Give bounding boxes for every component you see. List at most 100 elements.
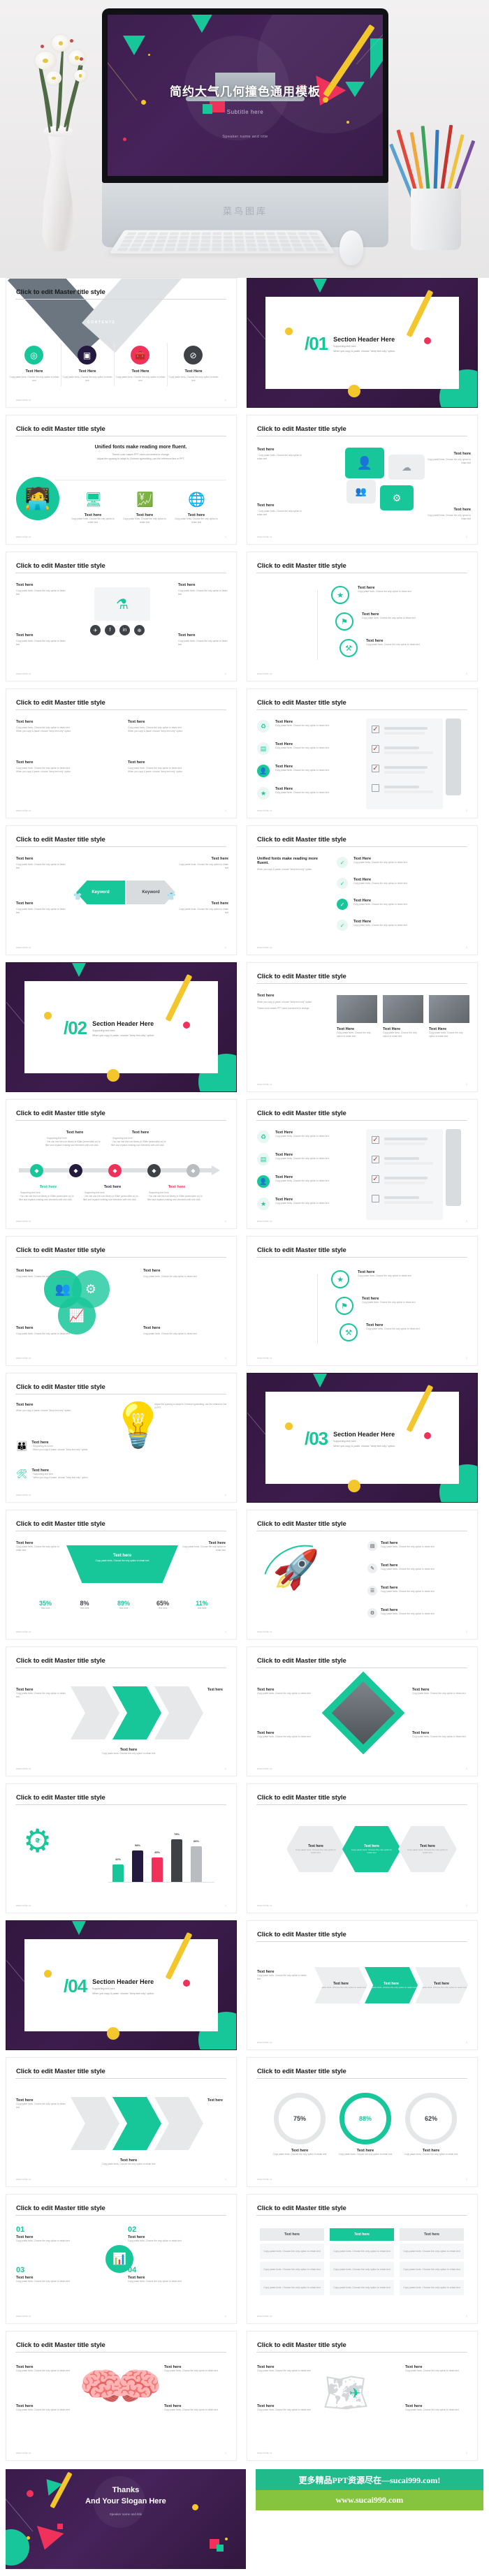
slide-brain[interactable]: Click to edit Master title style 🧠 🧠 Tex…: [6, 2331, 237, 2461]
slide-bar-chart[interactable]: Click to edit Master title style ⚙ SEO 3…: [6, 1783, 237, 1913]
item-number: 03: [16, 2266, 25, 2274]
timeline-caption-top: Text here · Supporting text here · You c…: [111, 1131, 166, 1147]
chevron-grey-1: [71, 2097, 119, 2150]
slide-title: Click to edit Master title style: [16, 2068, 105, 2075]
keyboard-key: [189, 240, 200, 243]
keyboard-key: [164, 247, 175, 251]
contents-item-label: Text Here Copy paste fonts. Choose the on…: [62, 369, 112, 383]
slide-hex-process[interactable]: Click to edit Master title style Text he…: [247, 1783, 478, 1913]
slide-title: Click to edit Master title style: [257, 1794, 346, 1802]
slide-chevron-grey[interactable]: Click to edit Master title style Text he…: [6, 1647, 237, 1776]
map-caption: Text here Copy paste fonts. Choose the on…: [405, 2365, 459, 2372]
keyboard-key: [212, 232, 222, 235]
slide-timeline[interactable]: Click to edit Master title style ◆ ◆ ◆ ◆ ◆ T…: [6, 1099, 237, 1229]
slide-table[interactable]: Click to edit Master title style Text her…: [247, 2194, 478, 2324]
gauge: 62%: [405, 2093, 457, 2144]
title-rule: [15, 1120, 226, 1121]
social-icon[interactable]: ⊕: [134, 625, 145, 635]
slide-footer-url: www.islide.cc: [16, 809, 31, 812]
keyboard-key: [269, 243, 279, 247]
slide-photo-cards[interactable]: Click to edit Master title style Text he…: [247, 962, 478, 1092]
slide-section-header-3[interactable]: /03 Section Header Here Supporting text …: [247, 1373, 478, 1503]
checkbox-mark[interactable]: ✓: [372, 1136, 379, 1144]
slide-social-cards[interactable]: Click to edit Master title style ⚗ ✈ f in ⊕…: [6, 552, 237, 682]
keyword-caption: Text here Copy paste fonts. Choose the o…: [16, 901, 66, 915]
timeline-node: ◆: [108, 1164, 122, 1177]
slide-process-arrows[interactable]: Click to edit Master title style Text he…: [247, 1920, 478, 2050]
keyboard-key: [143, 243, 154, 247]
slide-section-header-4[interactable]: /04 Section Header Here Supporting text …: [6, 1920, 237, 2050]
timeline-arrowhead: [212, 1165, 220, 1175]
rocket-list-item: ▤ Text here Copy paste fonts. Choose the …: [367, 1541, 469, 1551]
checkbox-mark[interactable]: ✓: [372, 726, 379, 733]
slide-speech-bubbles[interactable]: Click to edit Master title style 👤 ☁ 👥 ⚙…: [247, 415, 478, 545]
keyboard-key: [235, 247, 245, 251]
checkbox-mark[interactable]: [372, 784, 379, 792]
section-header-block: /04 Section Header Here Supporting text …: [64, 1977, 154, 1995]
hero-speaker: Speaker name and title: [222, 135, 268, 139]
social-icon[interactable]: ✈: [90, 625, 101, 635]
slide-map[interactable]: Click to edit Master title style 🗺 ✈ Tex…: [247, 2331, 478, 2461]
slide-circle-steps[interactable]: Click to edit Master title style ★ Text h…: [247, 552, 478, 682]
checkbox-mark[interactable]: ✓: [372, 1156, 379, 1163]
section-inner-card: /03 Section Header Here Supporting text …: [265, 1384, 459, 1492]
slide-section-header-1[interactable]: /01 Section Header Here Supporting text …: [247, 278, 478, 408]
keyboard-key: [302, 243, 314, 247]
list-icon-circle: ♻: [257, 720, 270, 733]
slide-circle-steps[interactable]: Click to edit Master title style ★ Text h…: [247, 1236, 478, 1366]
slide-diamond-photo[interactable]: Click to edit Master title style Text he…: [247, 1647, 478, 1776]
slide-contents[interactable]: CONTENTS Click to edit Master title styl…: [6, 278, 237, 408]
keyboard-key: [235, 243, 245, 247]
stats-ribbon-label: Text here Copy paste fonts. Choose the o…: [95, 1554, 149, 1562]
social-icon[interactable]: f: [105, 625, 115, 635]
checkbox-line: [384, 1142, 425, 1145]
gauge-value: 75%: [293, 2115, 306, 2122]
step-caption: Text here Copy paste fonts. Choose the on…: [366, 1323, 420, 1330]
social-icon[interactable]: in: [119, 625, 130, 635]
section-inner-card: /01 Section Header Here Supporting text …: [265, 289, 459, 397]
arrow-left-green: Keyword: [76, 881, 125, 904]
slide-person-features[interactable]: Click to edit Master title style Unified…: [6, 415, 237, 545]
promo-url[interactable]: www.sucai999.com: [255, 2490, 483, 2510]
process-step: Text here Copy paste fonts. Choose the o…: [314, 1967, 367, 2003]
stat-label: Text here: [80, 1607, 89, 1610]
slide-venn-diagram[interactable]: Click to edit Master title style 👥 ⚙ 📈 T…: [6, 1236, 237, 1366]
checkbox-mark[interactable]: ✓: [372, 1175, 379, 1183]
slide-lightbulb[interactable]: Click to edit Master title style 💡 Adjus…: [6, 1373, 237, 1503]
paper-card-shadow: [446, 719, 461, 795]
venn-caption: Text here Copy paste fonts. Choose the o…: [16, 1326, 70, 1335]
bulb-left-block: Text here When you copy & paste, choose …: [16, 1403, 71, 1412]
slide-preview-screen: 简约大气几何撞色通用模板 Subtitle here Speaker name …: [108, 15, 383, 176]
gear-label: SEO: [30, 1839, 44, 1846]
bubble-green-1: 👤: [345, 448, 384, 478]
promo-title: 更多精品PPT资源尽在—sucai999.com!: [255, 2469, 483, 2490]
list-icon: 👪: [16, 1441, 28, 1451]
keyboard-key: [256, 235, 266, 239]
slide-footer-url: www.islide.cc: [257, 2452, 272, 2454]
checkbox-mark[interactable]: ✓: [372, 745, 379, 753]
slide-big-stats[interactable]: Click to edit Master title style Text he…: [6, 1510, 237, 1640]
slide-rocket[interactable]: Click to edit Master title style 🚀 ▤ Tex…: [247, 1510, 478, 1640]
slide-keyword-arrows[interactable]: Click to edit Master title style Keyword…: [6, 825, 237, 955]
stat-label: Text here: [158, 1607, 168, 1610]
slide-title: Click to edit Master title style: [16, 836, 105, 844]
table-row: Copy paste fonts. Choose the only option…: [400, 2280, 464, 2295]
bubble-caption: Text here · Copy paste fonts. Choose the…: [426, 508, 471, 521]
slide-chevron-grey[interactable]: Click to edit Master title style Text he…: [6, 2057, 237, 2187]
slide-numbered-list[interactable]: Click to edit Master title style 📊 01 Te…: [6, 2194, 237, 2324]
slide-section-header-2[interactable]: /02 Section Header Here Supporting text …: [6, 962, 237, 1092]
title-rule: [15, 2215, 226, 2216]
checkbox-mark[interactable]: [372, 1195, 379, 1202]
slide-checkbox-list[interactable]: Click to edit Master title style ♻ Text H…: [247, 1099, 478, 1229]
brain-caption: Text here Copy paste fonts. Choose the on…: [164, 2365, 218, 2372]
slide-checkbox-list[interactable]: Click to edit Master title style ♻ Text H…: [247, 689, 478, 818]
slide-gauges[interactable]: Click to edit Master title style 75% Tex…: [247, 2057, 478, 2187]
section-inner-card: /04 Section Header Here Supporting text …: [24, 1931, 218, 2040]
slide-text-blocks-1[interactable]: Click to edit Master title style Text he…: [6, 689, 237, 818]
keyboard-key: [154, 243, 165, 247]
slide-checklist[interactable]: Click to edit Master title style Unified…: [247, 825, 478, 955]
section-sub2: When you copy & paste, choose "keep text…: [333, 350, 396, 353]
keyboard-key: [202, 232, 211, 235]
feature-icon: 🧰: [131, 346, 149, 365]
checkbox-mark[interactable]: ✓: [372, 765, 379, 772]
